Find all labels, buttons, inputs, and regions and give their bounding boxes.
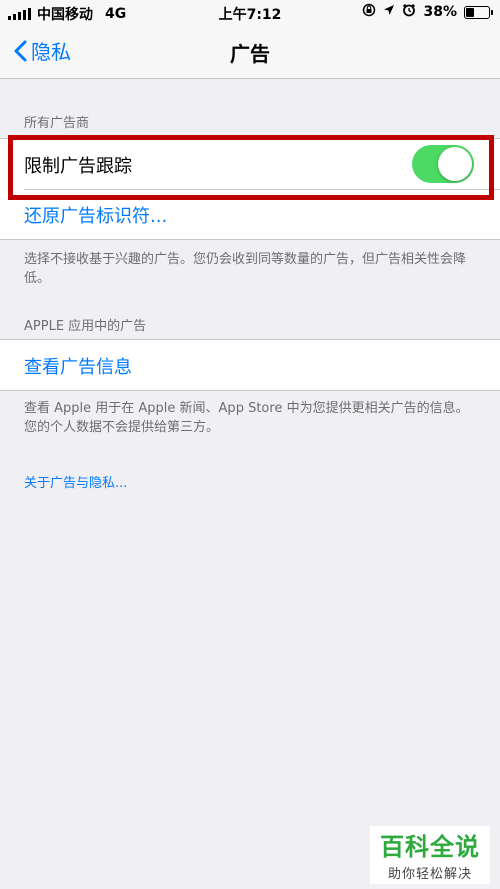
apple-group: 查看广告信息 <box>0 339 500 391</box>
apple-footer: 查看 Apple 用于在 Apple 新闻、App Store 中为您提供更相关… <box>24 401 469 435</box>
rotation-lock-icon <box>362 3 376 21</box>
limit-tracking-label: 限制广告跟踪 <box>24 156 132 177</box>
navigation-bar: 隐私 广告 <box>0 26 500 79</box>
battery-percent: 38% <box>423 4 457 20</box>
toggle-knob <box>438 147 472 181</box>
alarm-icon <box>402 3 416 21</box>
advertisers-group: 限制广告跟踪 还原广告标识符... <box>0 138 500 240</box>
battery-level <box>466 7 474 17</box>
limit-tracking-toggle[interactable] <box>412 145 474 183</box>
watermark-logo: 百科全说 助你轻松解决 <box>370 826 490 884</box>
battery-icon <box>464 5 493 19</box>
watermark-title: 百科全说 <box>380 833 480 861</box>
page-title: 广告 <box>230 42 270 66</box>
watermark-subtitle: 助你轻松解决 <box>387 867 472 882</box>
limit-tracking-row: 限制广告跟踪 <box>0 139 500 189</box>
reset-identifier-row[interactable]: 还原广告标识符... <box>0 189 500 239</box>
view-ad-info-link[interactable]: 查看广告信息 <box>24 353 132 379</box>
apple-section-header: APPLE 应用中的广告 <box>24 319 147 334</box>
view-ad-info-row[interactable]: 查看广告信息 <box>0 340 500 390</box>
about-ads-privacy-link[interactable]: 关于广告与隐私... <box>24 472 127 491</box>
location-icon <box>383 4 395 20</box>
reset-identifier-link[interactable]: 还原广告标识符... <box>24 202 167 228</box>
status-right: 38% <box>362 3 493 21</box>
status-bar: 中国移动 4G 上午7:12 38% <box>0 0 500 26</box>
advertisers-footer: 选择不接收基于兴趣的广告。您仍会收到同等数量的广告，但广告相关性会降低。 <box>24 252 467 286</box>
advertisers-section-header: 所有广告商 <box>24 116 90 131</box>
